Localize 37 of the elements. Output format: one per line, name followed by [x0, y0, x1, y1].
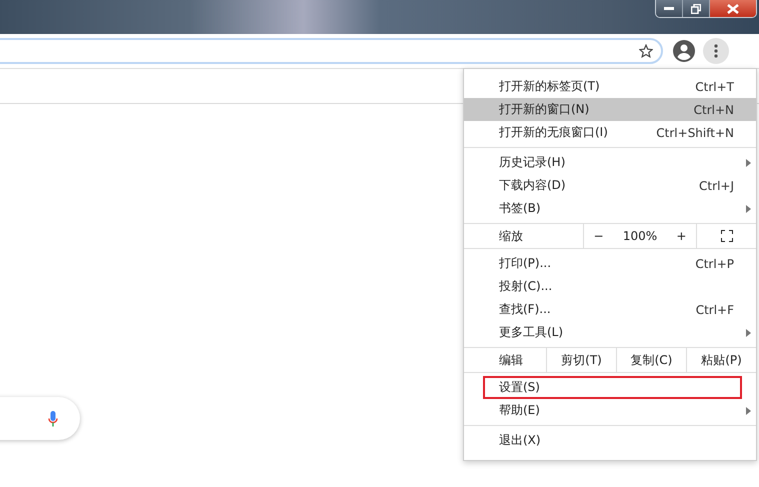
menu-button[interactable] [703, 38, 729, 64]
close-icon [727, 4, 739, 14]
menu-item[interactable]: 下载内容(D) Ctrl+J [464, 174, 756, 197]
edit-label: 编辑 [464, 348, 547, 372]
minimize-icon [664, 6, 674, 10]
microphone-icon[interactable] [48, 410, 58, 426]
zoom-out-button[interactable]: − [594, 229, 604, 243]
menu-item[interactable]: 查找(F)... Ctrl+F [464, 298, 756, 321]
submenu-arrow-icon [746, 407, 751, 415]
avatar-icon[interactable] [673, 40, 695, 62]
menu-item[interactable]: 投射(C)... [464, 275, 756, 298]
close-button[interactable] [710, 0, 756, 17]
restore-icon [691, 4, 701, 14]
star-icon[interactable] [639, 44, 653, 58]
fullscreen-icon[interactable] [720, 230, 732, 242]
submenu-arrow-icon [746, 329, 751, 337]
menu-item[interactable]: 帮助(E) [464, 399, 756, 422]
menu-item[interactable]: 退出(X) [464, 429, 756, 452]
menu-item[interactable]: 历史记录(H) [464, 151, 756, 174]
menu-item[interactable]: 书签(B) [464, 197, 756, 220]
menu-item[interactable]: 打印(P)... Ctrl+P [464, 252, 756, 275]
edit-button[interactable]: 粘贴(P) [687, 348, 756, 372]
zoom-label: 缩放 [464, 224, 584, 248]
menu-icon [714, 44, 718, 58]
menu-item[interactable]: 打开新的标签页(T) Ctrl+T [464, 75, 756, 98]
edit-button[interactable]: 剪切(T) [547, 348, 617, 372]
menu-item[interactable]: 打开新的无痕窗口(I) Ctrl+Shift+N [464, 121, 756, 144]
menu-item[interactable]: 设置(S) [483, 376, 742, 399]
minimize-button[interactable] [656, 0, 683, 17]
edit-button[interactable]: 复制(C) [617, 348, 687, 372]
restore-button[interactable] [683, 0, 710, 17]
menu-item[interactable]: 更多工具(L) [464, 321, 756, 344]
submenu-arrow-icon [746, 159, 751, 167]
zoom-in-button[interactable]: + [676, 229, 686, 243]
zoom-level: 100% [622, 229, 658, 243]
submenu-arrow-icon [746, 205, 751, 213]
menu-item[interactable]: 打开新的窗口(N) Ctrl+N [464, 98, 756, 121]
